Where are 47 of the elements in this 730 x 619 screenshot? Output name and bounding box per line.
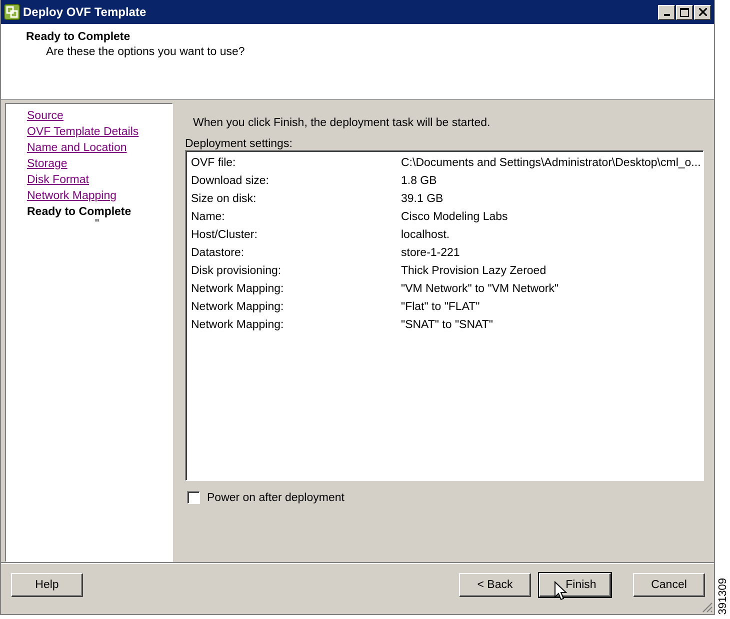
setting-name: Host/Cluster: [191, 228, 258, 243]
step-link[interactable]: Storage [27, 156, 68, 172]
close-icon [698, 8, 706, 16]
step-link[interactable]: Disk Format [27, 172, 89, 188]
setting-value: 39.1 GB [401, 192, 444, 207]
checkbox[interactable] [187, 491, 200, 504]
help-button[interactable]: Help [11, 572, 83, 596]
maximize-button[interactable] [676, 4, 693, 20]
setting-name: Network Mapping: [191, 318, 285, 333]
setting-name: Network Mapping: [191, 282, 285, 297]
step-link[interactable]: Name and Location [27, 140, 127, 156]
setting-name: Name: [191, 210, 226, 225]
step-subtitle: Are these the options you want to use? [46, 46, 246, 58]
setting-value: store-1-221 [401, 246, 460, 261]
app-icon [4, 4, 20, 20]
figure-number: 391309 [716, 578, 728, 615]
setting-name: Network Mapping: [191, 300, 285, 315]
step-link[interactable]: OVF Template Details [27, 124, 139, 140]
stray-mark: " [95, 218, 100, 230]
setting-name: Download size: [191, 174, 270, 189]
setting-value: localhost. [401, 228, 450, 243]
minimize-button[interactable] [658, 4, 675, 20]
close-button[interactable] [694, 4, 711, 20]
setting-name: Disk provisioning: [191, 264, 282, 279]
setting-name: Datastore: [191, 246, 246, 261]
setting-value: "VM Network" to "VM Network" [401, 282, 559, 297]
dialog-button[interactable]: < Back [459, 572, 531, 596]
dialog-button[interactable]: Cancel [633, 572, 705, 596]
setting-value: "SNAT" to "SNAT" [401, 318, 493, 333]
setting-name: Size on disk: [191, 192, 258, 207]
mouse-cursor-icon [554, 581, 567, 601]
current-step[interactable]: Ready to Complete [27, 204, 132, 220]
settings-label: Deployment settings: [185, 138, 294, 150]
setting-value: Thick Provision Lazy Zeroed [401, 264, 546, 279]
setting-value: 1.8 GB [401, 174, 437, 189]
intro-text: When you click Finish, the deployment task will be started. [193, 117, 492, 129]
setting-value: "Flat" to "FLAT" [401, 300, 480, 315]
setting-value: C:\Documents and Settings\Administrator\Desktop\cml_o... [401, 156, 701, 171]
dialog-button[interactable]: Finish [539, 572, 611, 596]
step-link[interactable]: Source [27, 108, 64, 124]
step-title: Ready to Complete [26, 31, 132, 43]
checkbox-label: Power on after deployment [207, 492, 344, 504]
setting-value: Cisco Modeling Labs [401, 210, 508, 225]
setting-name: OVF file: [191, 156, 237, 171]
window-title: Deploy OVF Template [23, 5, 148, 19]
maximize-icon [680, 8, 689, 16]
step-link[interactable]: Network Mapping [27, 188, 116, 204]
